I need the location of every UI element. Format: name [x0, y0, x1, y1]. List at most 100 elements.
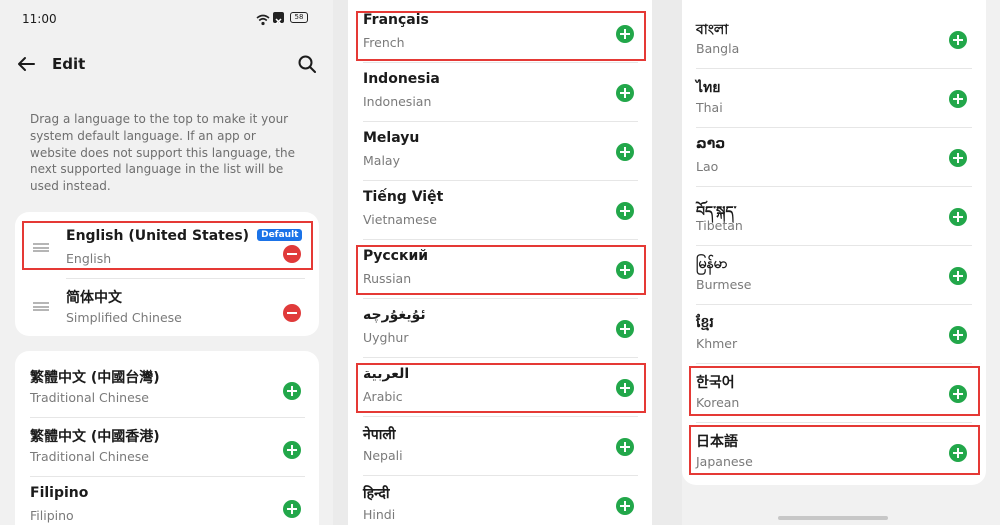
- back-arrow-icon[interactable]: [17, 56, 35, 76]
- language-subtitle: Uyghur: [363, 330, 409, 345]
- language-name: العربية: [363, 366, 410, 382]
- language-name: Melayu: [363, 130, 420, 146]
- add-language-button[interactable]: [949, 385, 967, 403]
- language-subtitle: Thai: [696, 100, 723, 115]
- add-language-button[interactable]: [949, 326, 967, 344]
- language-subtitle: Arabic: [363, 389, 403, 404]
- language-subtitle: Korean: [696, 395, 740, 410]
- drag-handle-icon[interactable]: [33, 302, 49, 311]
- language-list-screen: বাংলা Bangla ไทย Thai ລາວ Lao བོད་སྐད་ T…: [682, 0, 1000, 525]
- language-subtitle: Traditional Chinese: [30, 390, 149, 405]
- add-language-button[interactable]: [949, 208, 967, 226]
- page-title: Edit: [52, 55, 86, 73]
- language-name: ئۇيغۇرچە: [363, 307, 426, 323]
- language-subtitle: Bangla: [696, 41, 740, 56]
- language-name: မြန်မာ: [696, 256, 728, 272]
- language-row[interactable]: नेपाली Nepali: [348, 417, 652, 476]
- language-subtitle: Filipino: [30, 508, 74, 523]
- remove-language-button[interactable]: [283, 245, 301, 263]
- remove-language-button[interactable]: [283, 304, 301, 322]
- language-name: 简体中文: [66, 290, 122, 306]
- language-name: Русский: [363, 248, 429, 264]
- add-language-button[interactable]: [283, 441, 301, 459]
- status-time: 11:00: [22, 12, 57, 26]
- selected-language-row[interactable]: 简体中文 Simplified Chinese: [15, 279, 319, 336]
- add-language-button[interactable]: [616, 497, 634, 515]
- default-badge: Default: [257, 229, 303, 241]
- language-row[interactable]: ไทย Thai: [682, 69, 986, 128]
- language-name: 日本語: [696, 434, 738, 450]
- language-row[interactable]: 繁體中文 (中國台灣) Traditional Chinese: [15, 359, 319, 418]
- language-row[interactable]: Filipino Filipino: [15, 477, 319, 525]
- battery-icon: 58: [290, 12, 308, 23]
- language-subtitle: Burmese: [696, 277, 752, 292]
- language-row[interactable]: Tiếng Việt Vietnamese: [348, 181, 652, 240]
- add-language-button[interactable]: [616, 25, 634, 43]
- language-subtitle: Vietnamese: [363, 212, 437, 227]
- add-language-button[interactable]: [616, 202, 634, 220]
- language-name: ខ្មែរ: [696, 315, 714, 331]
- add-language-button[interactable]: [949, 31, 967, 49]
- language-subtitle: Indonesian: [363, 94, 432, 109]
- search-icon[interactable]: [298, 55, 316, 77]
- language-name: 한국어: [696, 375, 735, 391]
- language-name: 繁體中文 (中國香港): [30, 429, 160, 445]
- language-subtitle: English: [66, 251, 112, 266]
- language-list-screen: Français French Indonesia Indonesian Mel…: [348, 0, 652, 525]
- add-language-button[interactable]: [949, 444, 967, 462]
- add-language-button[interactable]: [616, 320, 634, 338]
- language-subtitle: Simplified Chinese: [66, 310, 182, 325]
- add-language-button[interactable]: [616, 438, 634, 456]
- language-row[interactable]: Indonesia Indonesian: [348, 63, 652, 122]
- drag-handle-icon[interactable]: [33, 243, 49, 252]
- add-language-button[interactable]: [616, 379, 634, 397]
- language-name: हिन्दी: [363, 486, 390, 502]
- add-language-button[interactable]: [616, 143, 634, 161]
- language-row[interactable]: العربية Arabic: [348, 358, 652, 417]
- language-subtitle: Tibetan: [696, 218, 743, 233]
- language-row[interactable]: ខ្មែរ Khmer: [682, 305, 986, 364]
- language-name: ລາວ: [696, 136, 726, 152]
- language-name: বাংলা: [696, 22, 729, 38]
- language-row[interactable]: Français French: [348, 4, 652, 63]
- language-row[interactable]: हिन्दी Hindi: [348, 476, 652, 525]
- language-name: English (United States): [66, 228, 250, 244]
- language-row[interactable]: 한국어 Korean: [682, 364, 986, 423]
- language-subtitle: Malay: [363, 153, 400, 168]
- info-text: Drag a language to the top to make it yo…: [30, 112, 295, 194]
- wifi-icon: [256, 11, 270, 30]
- language-row[interactable]: Melayu Malay: [348, 122, 652, 181]
- language-subtitle: Russian: [363, 271, 412, 286]
- language-row[interactable]: বাংলা Bangla: [682, 10, 986, 69]
- language-name: Indonesia: [363, 71, 440, 87]
- language-row[interactable]: 繁體中文 (中國香港) Traditional Chinese: [15, 418, 319, 477]
- language-name: नेपाली: [363, 427, 396, 443]
- language-row[interactable]: བོད་སྐད་ Tibetan: [682, 187, 986, 246]
- available-languages-card: Français French Indonesia Indonesian Mel…: [348, 0, 652, 525]
- language-subtitle: French: [363, 35, 405, 50]
- language-name: 繁體中文 (中國台灣): [30, 370, 160, 386]
- home-indicator: [778, 516, 888, 520]
- selected-language-row[interactable]: English (United States) Default English: [15, 220, 319, 279]
- add-language-button[interactable]: [616, 261, 634, 279]
- language-name: Tiếng Việt: [363, 189, 444, 205]
- add-language-button[interactable]: [283, 382, 301, 400]
- language-subtitle: Japanese: [696, 454, 753, 469]
- add-language-button[interactable]: [949, 267, 967, 285]
- language-name: Français: [363, 12, 429, 28]
- status-bar: 11:00 58: [0, 0, 333, 40]
- language-name: ไทย: [696, 80, 721, 96]
- language-subtitle: Hindi: [363, 507, 396, 522]
- available-languages-card: বাংলা Bangla ไทย Thai ລາວ Lao བོད་སྐད་ T…: [682, 0, 986, 485]
- language-row[interactable]: မြန်မာ Burmese: [682, 246, 986, 305]
- language-row[interactable]: ئۇيغۇرچە Uyghur: [348, 299, 652, 358]
- add-language-button[interactable]: [616, 84, 634, 102]
- language-row[interactable]: ລາວ Lao: [682, 128, 986, 187]
- add-language-button[interactable]: [949, 149, 967, 167]
- language-subtitle: Traditional Chinese: [30, 449, 149, 464]
- signal-off-icon: [273, 12, 284, 25]
- language-row[interactable]: 日本語 Japanese: [682, 423, 986, 482]
- language-row[interactable]: Русский Russian: [348, 240, 652, 299]
- add-language-button[interactable]: [949, 90, 967, 108]
- add-language-button[interactable]: [283, 500, 301, 518]
